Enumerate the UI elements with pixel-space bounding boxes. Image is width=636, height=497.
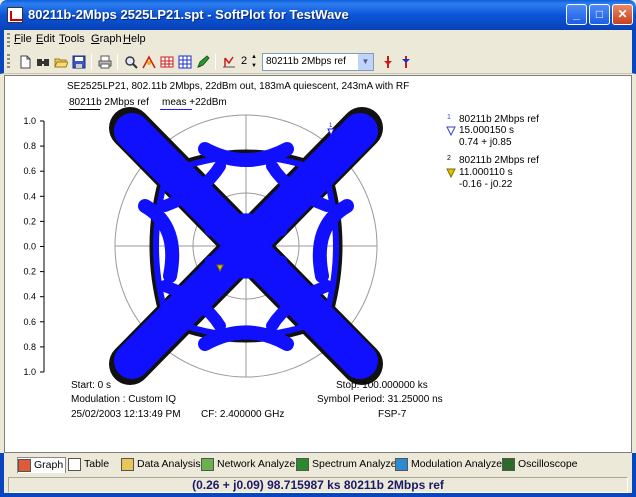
tab-data-analysis-label: Data Analysis	[137, 458, 201, 470]
marker-red-icon[interactable]	[379, 53, 397, 71]
y-tick-label: 0.2	[23, 216, 36, 226]
symbol-period-label: Symbol Period: 31.25000 ns	[317, 394, 443, 405]
y-tick-label: 0.4	[23, 191, 36, 201]
y-axis: 1.0 0.8 0.6 0.4 0.2 0.0 0.2 0.4 0.6 0.8 1.0	[23, 116, 45, 377]
marker-1-time: 15.000150 s	[459, 125, 515, 136]
marker-1-index: 1	[447, 114, 451, 121]
new-icon[interactable]	[16, 53, 34, 71]
y-tick-label: 1.0	[23, 367, 36, 377]
y-tick-label: 1.0	[23, 116, 36, 126]
menu-file[interactable]: File	[14, 33, 32, 45]
status-readout: (0.26 + j0.09) 98.715987 ks 80211b 2Mbps…	[8, 477, 628, 493]
close-button[interactable]: ✕	[612, 4, 633, 25]
toolbar-separator	[117, 54, 118, 70]
window-title: 80211b-2Mbps 2525LP21.spt - SoftPlot for…	[28, 7, 349, 22]
network-analyzer-icon	[201, 458, 214, 471]
print-icon[interactable]	[96, 53, 114, 71]
oscilloscope-icon	[502, 458, 515, 471]
menu-grip[interactable]	[7, 33, 10, 47]
trace-meas	[114, 113, 378, 379]
cf-label: CF: 2.400000 GHz	[201, 409, 285, 420]
tab-table[interactable]: Table	[68, 457, 118, 473]
spin-up-icon[interactable]: ▲	[250, 53, 258, 62]
trace-count-spinner[interactable]: ▲ ▼	[250, 53, 258, 71]
menu-tools[interactable]: Tools	[59, 33, 85, 45]
modulation-analyzer-icon	[395, 458, 408, 471]
y-tick-label: 0.2	[23, 267, 36, 277]
menu-help[interactable]: Help	[123, 33, 146, 45]
save-icon[interactable]	[70, 53, 88, 71]
tab-modulation-analyzer-label: Modulation Analyzer	[411, 458, 506, 470]
spin-down-icon[interactable]: ▼	[250, 62, 258, 71]
modulation-label: Modulation : Custom IQ	[71, 394, 177, 405]
menu-edit[interactable]: Edit	[36, 33, 55, 45]
view-tabs: Graph Table Data Analysis Network Analyz…	[0, 453, 636, 477]
tab-network-analyzer[interactable]: Network Analyzer	[201, 457, 299, 473]
instrument-label: FSP-7	[378, 409, 407, 420]
app-icon[interactable]	[7, 7, 23, 23]
trace-icon[interactable]	[220, 53, 238, 71]
marker-1-number: 1	[329, 123, 333, 129]
tab-network-analyzer-label: Network Analyzer	[217, 458, 299, 470]
y-tick-label: 0.4	[23, 292, 36, 302]
marker-2-time: 11.000110 s	[459, 167, 513, 178]
maximize-button[interactable]: □	[589, 4, 610, 25]
tab-graph[interactable]: Graph	[17, 457, 66, 473]
graph-icon	[18, 459, 31, 472]
tab-data-analysis[interactable]: Data Analysis	[121, 457, 201, 473]
marker-1-value: 0.74 + j0.85	[459, 137, 512, 148]
y-tick-label: 0.6	[23, 166, 36, 176]
tab-graph-label: Graph	[34, 459, 64, 471]
trace-count-value[interactable]: 2	[241, 55, 247, 67]
y-tick-label: 0.6	[23, 317, 36, 327]
tab-spectrum-analyzer[interactable]: Spectrum Analyzer	[296, 457, 400, 473]
marker-2-value: -0.16 - j0.22	[459, 179, 513, 190]
toolbar-grip[interactable]	[7, 54, 10, 70]
marker-icon[interactable]	[140, 53, 158, 71]
tab-table-label: Table	[84, 458, 110, 470]
trace-select[interactable]: 80211b 2Mbps ref ▼	[262, 53, 374, 71]
table-icon[interactable]	[158, 53, 176, 71]
graph-document: SE2525LP21, 802.11b 2Mbps, 22dBm out, 18…	[4, 75, 632, 453]
zoom-icon[interactable]	[122, 53, 140, 71]
find-icon[interactable]	[34, 53, 52, 71]
grid-icon[interactable]	[176, 53, 194, 71]
toolbar-separator	[91, 54, 92, 70]
toolbar: 2 ▲ ▼ 80211b 2Mbps ref ▼	[0, 50, 636, 74]
marker-2-index: 2	[447, 155, 451, 162]
marker-2-icon	[446, 168, 456, 178]
datetime-label: 25/02/2003 12:13:49 PM	[71, 409, 181, 420]
y-tick-label: 0.8	[23, 141, 36, 151]
title-bar[interactable]: 80211b-2Mbps 2525LP21.spt - SoftPlot for…	[0, 0, 636, 30]
start-label: Start: 0 s	[71, 380, 112, 391]
chevron-down-icon[interactable]: ▼	[358, 54, 373, 70]
stop-label: Stop: 100.000000 ks	[336, 380, 428, 391]
tab-modulation-analyzer[interactable]: Modulation Analyzer	[395, 457, 506, 473]
menu-bar: File Edit Tools Graph Help	[0, 30, 636, 50]
trace-select-value: 80211b 2Mbps ref	[266, 56, 346, 67]
toolbar-separator	[215, 54, 216, 70]
open-icon[interactable]	[52, 53, 70, 71]
status-bar: (0.26 + j0.09) 98.715987 ks 80211b 2Mbps…	[0, 477, 636, 497]
table-icon	[68, 458, 81, 471]
marker-2-trace: 80211b 2Mbps ref	[459, 155, 539, 166]
tab-spectrum-analyzer-label: Spectrum Analyzer	[312, 458, 401, 470]
tab-oscilloscope[interactable]: Oscilloscope	[502, 457, 578, 473]
marker-1-icon	[446, 126, 456, 136]
tab-oscilloscope-label: Oscilloscope	[518, 458, 578, 470]
minimize-button[interactable]: _	[566, 4, 587, 25]
marker-1-trace: 80211b 2Mbps ref	[459, 114, 539, 125]
marker-blue-icon[interactable]	[397, 53, 415, 71]
edit-icon[interactable]	[194, 53, 212, 71]
menu-graph[interactable]: Graph	[91, 33, 122, 45]
spectrum-analyzer-icon	[296, 458, 309, 471]
y-tick-label: 0.0	[23, 242, 36, 252]
y-tick-label: 0.8	[23, 342, 36, 352]
data-analysis-icon	[121, 458, 134, 471]
